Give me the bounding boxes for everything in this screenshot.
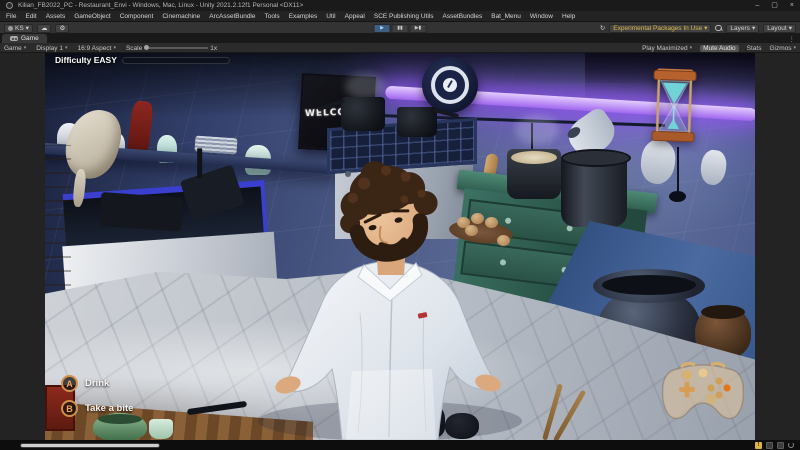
account-dropdown[interactable]: KS ▾ bbox=[4, 24, 33, 33]
menu-assetbundles[interactable]: AssetBundles bbox=[442, 13, 482, 20]
chef-character bbox=[240, 133, 540, 440]
menu-tools[interactable]: Tools bbox=[265, 13, 280, 20]
scale-value: 1x bbox=[210, 45, 217, 52]
tab-game[interactable]: Game bbox=[2, 34, 47, 43]
game-view-toolbar: Game▾ Display 1▾ 16:9 Aspect▾ Scale 1x P… bbox=[0, 43, 800, 53]
services-button[interactable]: ⚙ bbox=[55, 24, 69, 33]
gamepad-tab-icon bbox=[10, 36, 18, 41]
menu-help[interactable]: Help bbox=[562, 13, 575, 20]
cooking-pot bbox=[341, 97, 385, 131]
scale-label: Scale bbox=[126, 45, 142, 52]
menu-cinemachine[interactable]: Cinemachine bbox=[162, 13, 200, 20]
stats-toggle[interactable]: Stats bbox=[747, 45, 762, 52]
green-bowl bbox=[93, 413, 147, 440]
play-button[interactable]: ▶ bbox=[374, 24, 391, 33]
menu-window[interactable]: Window bbox=[530, 13, 553, 20]
display-dropdown[interactable]: Display 1▾ bbox=[36, 45, 67, 52]
menu-sce-publishing-utils[interactable]: SCE Publishing Utils bbox=[374, 13, 434, 20]
status-progress-bar bbox=[20, 443, 160, 449]
close-button[interactable]: × bbox=[790, 1, 794, 11]
console-log-icon[interactable] bbox=[766, 442, 773, 449]
chevron-down-icon: ▾ bbox=[26, 24, 29, 32]
activity-spinner-icon bbox=[788, 442, 794, 448]
console-error-icon[interactable] bbox=[777, 442, 784, 449]
hud-difficulty: Difficulty EASY bbox=[55, 55, 230, 65]
panel-menu-icon[interactable]: ⋮ bbox=[789, 35, 796, 43]
cloud-collab-button[interactable]: ☁ bbox=[37, 24, 52, 33]
difficulty-progress-bar bbox=[122, 57, 230, 64]
gizmos-dropdown[interactable]: Gizmos▾ bbox=[769, 45, 796, 52]
maximize-button[interactable]: ▢ bbox=[771, 1, 778, 11]
layout-dropdown[interactable]: Layout ▾ bbox=[763, 24, 796, 33]
gamepad-overlay-icon bbox=[657, 359, 749, 427]
menu-gameobject[interactable]: GameObject bbox=[74, 13, 111, 20]
stock-pot bbox=[561, 153, 627, 227]
unity-editor-window: Kilian_FB2022_PC - Restaurant_Envi - Win… bbox=[0, 0, 800, 450]
steam bbox=[345, 73, 385, 99]
mute-audio-toggle[interactable]: Mute Audio bbox=[700, 45, 739, 52]
layers-dropdown[interactable]: Layers ▾ bbox=[726, 24, 759, 33]
scale-slider-knob[interactable] bbox=[144, 45, 149, 50]
window-title: Kilian_FB2022_PC - Restaurant_Envi - Win… bbox=[18, 2, 303, 9]
griddle-pan bbox=[99, 192, 183, 232]
wall-clock bbox=[422, 57, 478, 113]
chevron-down-icon: ▾ bbox=[752, 24, 755, 32]
menu-examples[interactable]: Examples bbox=[289, 13, 318, 20]
game-viewport-letterbox: WELCOME! bbox=[0, 53, 800, 440]
gear-icon: ⚙ bbox=[59, 24, 65, 32]
menu-bar: File Edit Assets GameObject Component Ci… bbox=[0, 11, 800, 22]
account-icon bbox=[8, 26, 13, 31]
display-mode-dropdown[interactable]: Game▾ bbox=[4, 45, 26, 52]
menu-assets[interactable]: Assets bbox=[46, 13, 66, 20]
menu-component[interactable]: Component bbox=[120, 13, 154, 20]
search-icon[interactable] bbox=[715, 25, 722, 32]
title-bar: Kilian_FB2022_PC - Restaurant_Envi - Win… bbox=[0, 0, 800, 11]
prompt-take-a-bite-label: Take a bite bbox=[85, 403, 133, 414]
scale-slider[interactable] bbox=[144, 47, 208, 49]
pause-button[interactable]: ▮▮ bbox=[392, 24, 409, 33]
aspect-ratio-dropdown[interactable]: 16:9 Aspect▾ bbox=[77, 45, 116, 52]
play-maximized-dropdown[interactable]: Play Maximized▾ bbox=[642, 45, 692, 52]
cauldron-rim bbox=[593, 269, 705, 303]
experimental-packages-warning[interactable]: Experimental Packages In Use ▾ bbox=[609, 24, 711, 33]
step-button[interactable]: ▶▮ bbox=[410, 24, 427, 33]
cloud-icon: ☁ bbox=[41, 24, 48, 32]
status-bar: ! bbox=[0, 440, 800, 450]
undo-history-icon[interactable]: ↻ bbox=[600, 24, 605, 32]
game-screen[interactable]: WELCOME! bbox=[45, 53, 755, 440]
chevron-down-icon: ▾ bbox=[704, 24, 707, 32]
menu-util[interactable]: Util bbox=[326, 13, 335, 20]
menu-appeal[interactable]: Appeal bbox=[345, 13, 365, 20]
menu-arcassetbundle[interactable]: ArcAssetBundle bbox=[209, 13, 255, 20]
difficulty-label: Difficulty EASY bbox=[55, 55, 117, 65]
minimize-button[interactable]: – bbox=[755, 1, 759, 11]
prompt-drink-label: Drink bbox=[85, 378, 109, 389]
warning-badge-icon[interactable]: ! bbox=[755, 442, 762, 449]
menu-bat-menu[interactable]: Bat_Menu bbox=[491, 13, 521, 20]
main-toolbar: KS ▾ ☁ ⚙ ▶ ▮▮ ▶▮ ↻ Experimental Packages… bbox=[0, 22, 800, 34]
hourglass-timer bbox=[650, 68, 699, 144]
unity-logo-icon bbox=[6, 2, 13, 9]
gamepad-b-button-icon: B bbox=[61, 400, 78, 417]
prompt-take-a-bite: B Take a bite bbox=[61, 400, 133, 417]
menu-edit[interactable]: Edit bbox=[25, 13, 36, 20]
prompt-drink: A Drink bbox=[61, 375, 109, 392]
clock-hand bbox=[447, 80, 453, 88]
chevron-down-icon: ▾ bbox=[789, 24, 792, 32]
mint-cup bbox=[149, 419, 173, 439]
menu-file[interactable]: File bbox=[6, 13, 16, 20]
gamepad-a-button-icon: A bbox=[61, 375, 78, 392]
panel-tab-strip: Game ⋮ bbox=[0, 34, 800, 43]
